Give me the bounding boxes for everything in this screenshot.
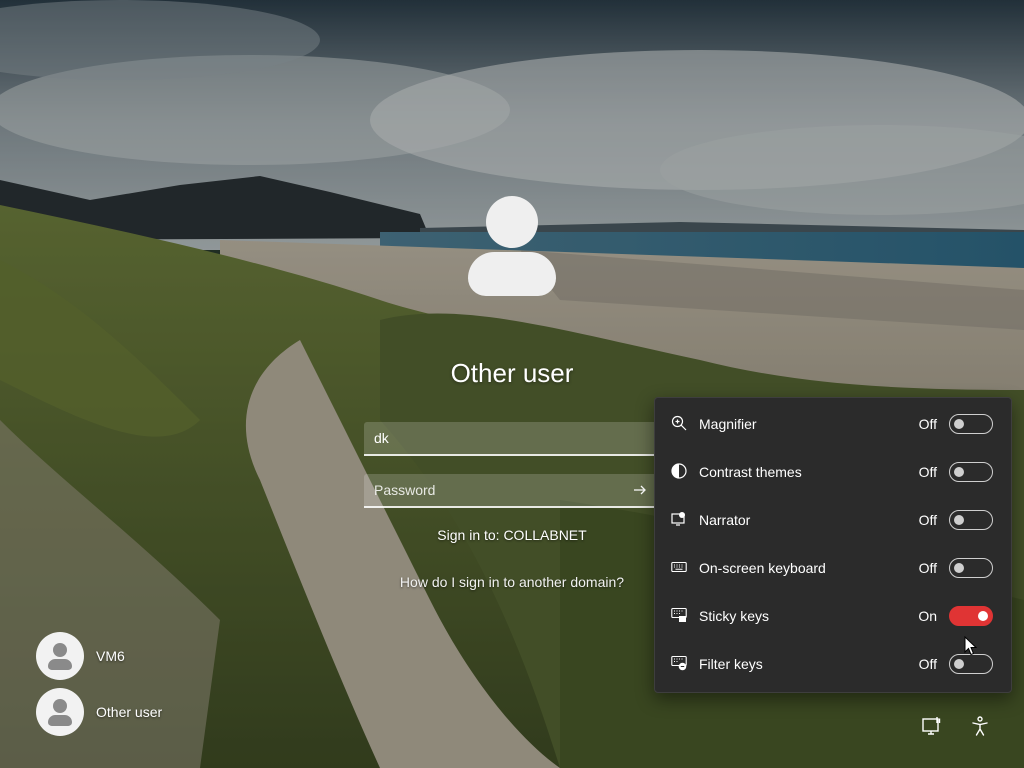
user-name: VM6 <box>96 648 125 664</box>
item-label: Filter keys <box>699 656 763 672</box>
sign-in-domain-text: Sign in to: COLLABNET <box>437 527 587 543</box>
item-state: Off <box>918 560 937 576</box>
item-label: Sticky keys <box>699 608 770 624</box>
password-placeholder: Password <box>374 482 436 498</box>
accessibility-flyout: Magnifier Off Contrast themes Off Narrat… <box>654 397 1012 693</box>
username-field[interactable]: dk <box>364 422 658 456</box>
accessibility-item-narrator[interactable]: Narrator Off <box>655 495 1011 543</box>
on-screen-keyboard-toggle[interactable] <box>949 558 993 578</box>
filter-keys-toggle[interactable] <box>949 654 993 674</box>
item-state: On <box>918 608 937 624</box>
password-field[interactable]: Password <box>364 474 658 508</box>
item-state: Off <box>918 512 937 528</box>
magnifier-toggle[interactable] <box>949 414 993 434</box>
accessibility-item-on-screen-keyboard[interactable]: On-screen keyboard Off <box>655 543 1011 591</box>
accessibility-item-magnifier[interactable]: Magnifier Off <box>655 399 1011 447</box>
user-entry-other-user[interactable]: Other user <box>36 688 236 736</box>
user-silhouette-icon <box>466 196 558 298</box>
accessibility-icon[interactable] <box>968 714 992 738</box>
accessibility-item-sticky-keys[interactable]: Sticky keys On <box>655 591 1011 639</box>
user-name: Other user <box>96 704 163 720</box>
sticky-keys-icon <box>671 607 687 622</box>
mouse-cursor-icon <box>964 636 978 656</box>
item-state: Off <box>918 416 937 432</box>
username-value: dk <box>374 430 389 446</box>
item-state: Off <box>918 464 937 480</box>
narrator-icon <box>671 512 685 526</box>
contrast-icon <box>671 463 687 479</box>
user-avatar-icon <box>36 632 84 680</box>
user-title: Other user <box>450 358 574 388</box>
user-avatar-icon <box>36 688 84 736</box>
item-state: Off <box>918 656 937 672</box>
filter-keys-icon <box>671 655 687 671</box>
item-label: On-screen keyboard <box>699 560 826 576</box>
item-label: Contrast themes <box>699 464 802 480</box>
item-label: Magnifier <box>699 416 757 432</box>
narrator-toggle[interactable] <box>949 510 993 530</box>
other-domain-link[interactable]: How do I sign in to another domain? <box>362 574 662 590</box>
contrast-themes-toggle[interactable] <box>949 462 993 482</box>
accessibility-item-filter-keys[interactable]: Filter keys Off <box>655 639 1011 687</box>
arrow-right-icon[interactable] <box>632 482 648 498</box>
network-icon[interactable] <box>920 714 944 738</box>
item-label: Narrator <box>699 512 751 528</box>
user-entry-vm6[interactable]: VM6 <box>36 632 236 680</box>
keyboard-icon <box>671 561 687 573</box>
accessibility-item-contrast-themes[interactable]: Contrast themes Off <box>655 447 1011 495</box>
magnifier-icon <box>671 415 687 431</box>
sticky-keys-toggle[interactable] <box>949 606 993 626</box>
